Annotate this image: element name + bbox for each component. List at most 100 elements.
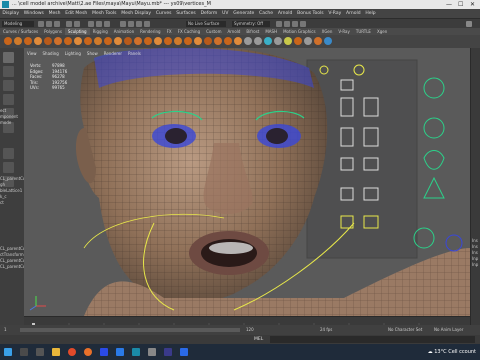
open-scene-icon[interactable] <box>46 21 52 27</box>
sign-in-icon[interactable] <box>466 21 472 27</box>
paint-select-icon[interactable] <box>3 80 14 91</box>
menu-curves[interactable]: Curves <box>153 9 173 18</box>
maya-taskbar-icon[interactable] <box>132 348 140 356</box>
tab-arnold[interactable]: Arnold <box>224 28 243 35</box>
range-end[interactable]: 120 <box>246 325 254 335</box>
shelf-tool-icon[interactable] <box>314 37 322 45</box>
shelf-tool-icon[interactable] <box>274 37 282 45</box>
vp-menu-lighting[interactable]: Lighting <box>62 50 84 57</box>
weather-icon[interactable]: ☁ <box>428 349 433 355</box>
tab-mash[interactable]: MASH <box>262 28 280 35</box>
shelf-tool-icon[interactable] <box>114 37 122 45</box>
menu-mesh[interactable]: Mesh <box>46 9 63 18</box>
shelf-tool-icon[interactable] <box>94 37 102 45</box>
shelf-tool-icon[interactable] <box>224 37 232 45</box>
mail-icon[interactable] <box>116 348 124 356</box>
shelf-tool-icon[interactable] <box>254 37 262 45</box>
shelf-tool-icon[interactable] <box>204 37 212 45</box>
render-settings-icon[interactable] <box>292 21 298 27</box>
vp-menu-shading[interactable]: Shading <box>40 50 62 57</box>
tab-sculpting[interactable]: Sculpting <box>64 28 90 35</box>
shelf-tool-icon[interactable] <box>24 37 32 45</box>
tab-xgen-2[interactable]: Xgen <box>374 28 390 35</box>
shelf-tool-icon[interactable] <box>134 37 142 45</box>
shelf-tool-icon[interactable] <box>124 37 132 45</box>
shelf-tool-icon[interactable] <box>64 37 72 45</box>
range-start[interactable]: 1 <box>4 325 7 335</box>
shelf-tool-icon[interactable] <box>294 37 302 45</box>
menu-mesh-display[interactable]: Mesh Display <box>119 9 154 18</box>
shelf-tool-icon[interactable] <box>324 37 332 45</box>
tab-polygons[interactable]: Polygons <box>41 28 65 35</box>
chrome-icon[interactable] <box>68 348 76 356</box>
hypershade-icon[interactable] <box>300 21 306 27</box>
menu-edit-mesh[interactable]: Edit Mesh <box>63 9 90 18</box>
tab-rendering[interactable]: Rendering <box>137 28 163 35</box>
shelf-tool-icon[interactable] <box>284 37 292 45</box>
shelf-tool-icon[interactable] <box>154 37 162 45</box>
live-surface-field[interactable]: No Live Surface <box>186 21 226 27</box>
shelf-tool-icon[interactable] <box>184 37 192 45</box>
shelf-tool-icon[interactable] <box>14 37 22 45</box>
menu-arnold-2[interactable]: Arnold <box>344 9 363 18</box>
tab-animation[interactable]: Animation <box>111 28 137 35</box>
menu-uv[interactable]: UV <box>220 9 231 18</box>
select-object-icon[interactable] <box>96 21 102 27</box>
shelf-tool-icon[interactable] <box>104 37 112 45</box>
menu-help[interactable]: Help <box>363 9 378 18</box>
vp-menu-renderer[interactable]: Renderer <box>101 50 125 57</box>
snap-grid-icon[interactable] <box>120 21 126 27</box>
tab-turtle[interactable]: TURTLE <box>353 28 374 35</box>
tab-custom[interactable]: Custom <box>203 28 224 35</box>
render-icon[interactable] <box>276 21 282 27</box>
maximize-button[interactable]: ☐ <box>458 0 463 9</box>
file-explorer-icon[interactable] <box>52 348 60 356</box>
shelf-tool-icon[interactable] <box>164 37 172 45</box>
menu-arnold[interactable]: Arnold <box>275 9 294 18</box>
photoshop-icon[interactable] <box>100 348 108 356</box>
redo-icon[interactable] <box>74 21 80 27</box>
minimize-button[interactable]: — <box>446 0 452 9</box>
character-set-selector[interactable]: No Character Set <box>388 325 422 335</box>
range-slider[interactable] <box>20 328 240 332</box>
search-icon[interactable] <box>20 348 28 356</box>
symmetry-field[interactable]: Symmetry: Off <box>232 21 270 27</box>
menu-cache[interactable]: Cache <box>257 9 276 18</box>
menu-display[interactable]: Display <box>0 9 21 18</box>
tab-curves-surfaces[interactable]: Curves / Surfaces <box>0 28 41 35</box>
command-input[interactable] <box>270 336 475 343</box>
menu-windows[interactable]: Windows <box>21 9 46 18</box>
face-mesh-render[interactable] <box>24 48 470 316</box>
outliner-item[interactable]: CL_parentCon <box>0 264 24 270</box>
tab-fx[interactable]: FX <box>164 28 175 35</box>
shelf-tool-icon[interactable] <box>44 37 52 45</box>
tab-motion-graphics[interactable]: Motion Graphics <box>280 28 319 35</box>
premiere-icon[interactable] <box>164 348 172 356</box>
shelf-tool-icon[interactable] <box>194 37 202 45</box>
word-icon[interactable] <box>180 348 188 356</box>
tab-rigging[interactable]: Rigging <box>90 28 111 35</box>
shelf-tool-icon[interactable] <box>54 37 62 45</box>
app-icon[interactable] <box>148 348 156 356</box>
firefox-icon[interactable] <box>84 348 92 356</box>
tab-vray[interactable]: V-Ray <box>335 28 352 35</box>
weather-temp[interactable]: 13°C <box>434 349 446 355</box>
ipr-render-icon[interactable] <box>284 21 290 27</box>
shelf-tool-icon[interactable] <box>244 37 252 45</box>
shelf-tool-icon[interactable] <box>214 37 222 45</box>
menu-vray[interactable]: V-Ray <box>326 9 344 18</box>
shelf-tool-icon[interactable] <box>234 37 242 45</box>
fps-selector[interactable]: 24 fps <box>320 325 332 335</box>
script-language[interactable]: MEL <box>254 335 263 344</box>
shelf-tool-icon[interactable] <box>4 37 12 45</box>
new-scene-icon[interactable] <box>38 21 44 27</box>
vp-menu-show[interactable]: Show <box>84 50 101 57</box>
snap-curve-icon[interactable] <box>128 21 134 27</box>
menu-bonus-tools[interactable]: Bonus Tools <box>295 9 326 18</box>
select-tool-icon[interactable] <box>3 52 14 63</box>
shelf-tool-icon[interactable] <box>174 37 182 45</box>
viewport-3d[interactable] <box>24 48 470 316</box>
select-hierarchy-icon[interactable] <box>88 21 94 27</box>
shelf-tool-icon[interactable] <box>144 37 152 45</box>
tab-bifrost[interactable]: Bifrost <box>243 28 262 35</box>
